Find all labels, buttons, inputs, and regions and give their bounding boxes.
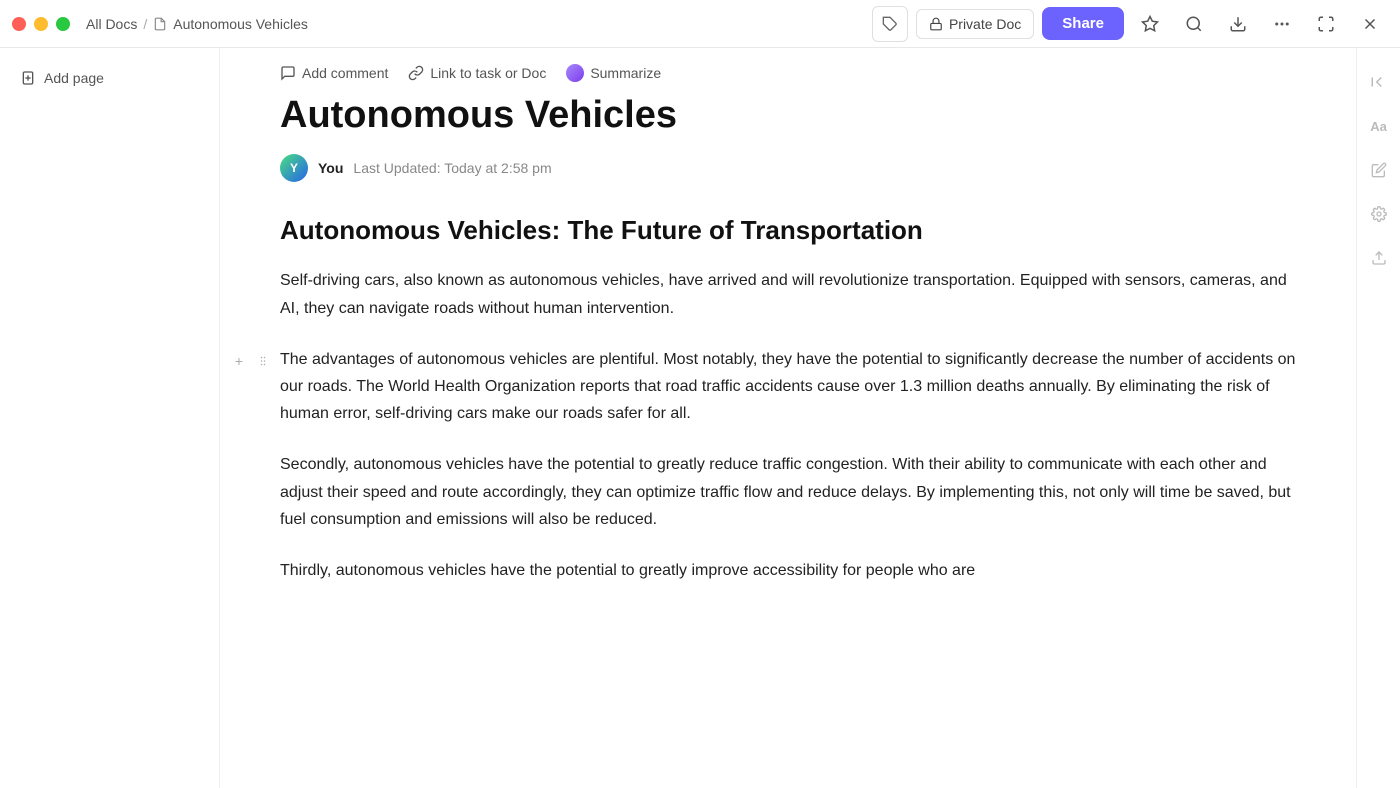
summarize-label: Summarize xyxy=(590,65,661,81)
summarize-button[interactable]: Summarize xyxy=(566,64,661,82)
sidebar: Add page xyxy=(0,48,220,788)
close-window-btn[interactable] xyxy=(12,17,26,31)
right-panel: Aa xyxy=(1356,48,1400,788)
titlebar-right: Private Doc Share xyxy=(872,6,1388,42)
search-button[interactable] xyxy=(1176,6,1212,42)
add-comment-label: Add comment xyxy=(302,65,388,81)
breadcrumb: All Docs / Autonomous Vehicles xyxy=(86,16,308,32)
star-button[interactable] xyxy=(1132,6,1168,42)
breadcrumb-all-docs[interactable]: All Docs xyxy=(86,16,137,32)
link-to-task-button[interactable]: Link to task or Doc xyxy=(408,65,546,81)
share-button[interactable]: Share xyxy=(1042,7,1124,40)
doc-toolbar: Add comment Link to task or Doc Summariz… xyxy=(280,48,1296,94)
paragraph-4[interactable]: Thirdly, autonomous vehicles have the po… xyxy=(280,557,1296,584)
paragraph-3[interactable]: Secondly, autonomous vehicles have the p… xyxy=(280,451,1296,533)
drag-handle-button[interactable] xyxy=(252,350,274,372)
private-doc-label: Private Doc xyxy=(949,16,1021,32)
fullscreen-button[interactable] xyxy=(1308,6,1344,42)
add-page-button[interactable]: Add page xyxy=(12,64,112,92)
maximize-window-btn[interactable] xyxy=(56,17,70,31)
summarize-icon xyxy=(566,64,584,82)
add-block-button[interactable]: + xyxy=(228,350,250,372)
export-button[interactable] xyxy=(1220,6,1256,42)
collapse-sidebar-icon[interactable] xyxy=(1365,68,1393,96)
last-updated: Last Updated: Today at 2:58 pm xyxy=(353,160,551,176)
main-content[interactable]: Add comment Link to task or Doc Summariz… xyxy=(220,48,1356,788)
main-layout: Add page Add comment Link to task or Doc xyxy=(0,48,1400,788)
document-title[interactable]: Autonomous Vehicles xyxy=(280,94,1296,138)
doc-icon xyxy=(153,17,167,31)
upload-icon[interactable] xyxy=(1365,244,1393,272)
add-comment-button[interactable]: Add comment xyxy=(280,65,388,81)
paragraph-2-block[interactable]: + The advantages of autonomous vehicles … xyxy=(280,346,1296,428)
tag-button[interactable] xyxy=(872,6,908,42)
breadcrumb-doc-title[interactable]: Autonomous Vehicles xyxy=(173,16,308,32)
more-options-button[interactable] xyxy=(1264,6,1300,42)
link-to-task-label: Link to task or Doc xyxy=(430,65,546,81)
edit-icon[interactable] xyxy=(1365,156,1393,184)
close-button[interactable] xyxy=(1352,6,1388,42)
window-controls xyxy=(12,17,70,31)
author-row: Y You Last Updated: Today at 2:58 pm xyxy=(280,154,1296,182)
font-size-icon[interactable]: Aa xyxy=(1365,112,1393,140)
breadcrumb-separator: / xyxy=(143,16,147,32)
block-controls: + xyxy=(228,350,274,372)
minimize-window-btn[interactable] xyxy=(34,17,48,31)
titlebar: All Docs / Autonomous Vehicles Private D… xyxy=(0,0,1400,48)
heading-1[interactable]: Autonomous Vehicles: The Future of Trans… xyxy=(280,214,1296,248)
settings-icon[interactable] xyxy=(1365,200,1393,228)
private-doc-button[interactable]: Private Doc xyxy=(916,9,1034,39)
author-name: You xyxy=(318,160,343,176)
avatar: Y xyxy=(280,154,308,182)
paragraph-1[interactable]: Self-driving cars, also known as autonom… xyxy=(280,267,1296,321)
add-page-label: Add page xyxy=(44,70,104,86)
paragraph-2-text: The advantages of autonomous vehicles ar… xyxy=(280,351,1295,422)
